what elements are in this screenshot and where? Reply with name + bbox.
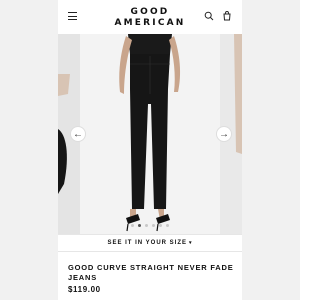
screenshot-frame: GOOD AMERICAN ← → SEE IT IN YOUR SIZE ▾ … bbox=[0, 0, 300, 300]
site-header: GOOD AMERICAN bbox=[58, 0, 242, 34]
arrow-left-icon: ← bbox=[73, 128, 83, 140]
left-gutter bbox=[0, 0, 58, 300]
shopping-bag-icon[interactable] bbox=[222, 11, 232, 21]
product-title: GOOD CURVE STRAIGHT NEVER FADE JEANS bbox=[68, 263, 234, 282]
carousel-dot[interactable] bbox=[159, 224, 162, 227]
product-image-carousel[interactable]: ← → bbox=[58, 34, 242, 234]
mobile-page: GOOD AMERICAN ← → SEE IT IN YOUR SIZE ▾ … bbox=[58, 0, 242, 300]
see-it-in-your-size-button[interactable]: SEE IT IN YOUR SIZE ▾ bbox=[58, 234, 242, 252]
carousel-dot[interactable] bbox=[131, 224, 134, 227]
carousel-prev-button[interactable]: ← bbox=[70, 126, 86, 142]
brand-logo-line1[interactable]: GOOD bbox=[58, 7, 242, 17]
right-gutter bbox=[242, 0, 300, 300]
carousel-dot[interactable] bbox=[166, 224, 169, 227]
product-price: $119.00 bbox=[68, 285, 101, 294]
arrow-right-icon: → bbox=[219, 128, 229, 140]
carousel-dot-active[interactable] bbox=[138, 224, 141, 227]
product-image bbox=[80, 34, 220, 234]
size-guide-label: SEE IT IN YOUR SIZE bbox=[107, 240, 188, 246]
model-in-jeans-image bbox=[119, 34, 181, 232]
carousel-dot[interactable] bbox=[152, 224, 155, 227]
carousel-dot[interactable] bbox=[145, 224, 148, 227]
carousel-pagination bbox=[58, 224, 242, 227]
carousel-next-button[interactable]: → bbox=[216, 126, 232, 142]
brand-logo-line2[interactable]: AMERICAN bbox=[58, 18, 242, 28]
search-icon[interactable] bbox=[204, 11, 214, 21]
chevron-down-icon: ▾ bbox=[189, 240, 193, 246]
